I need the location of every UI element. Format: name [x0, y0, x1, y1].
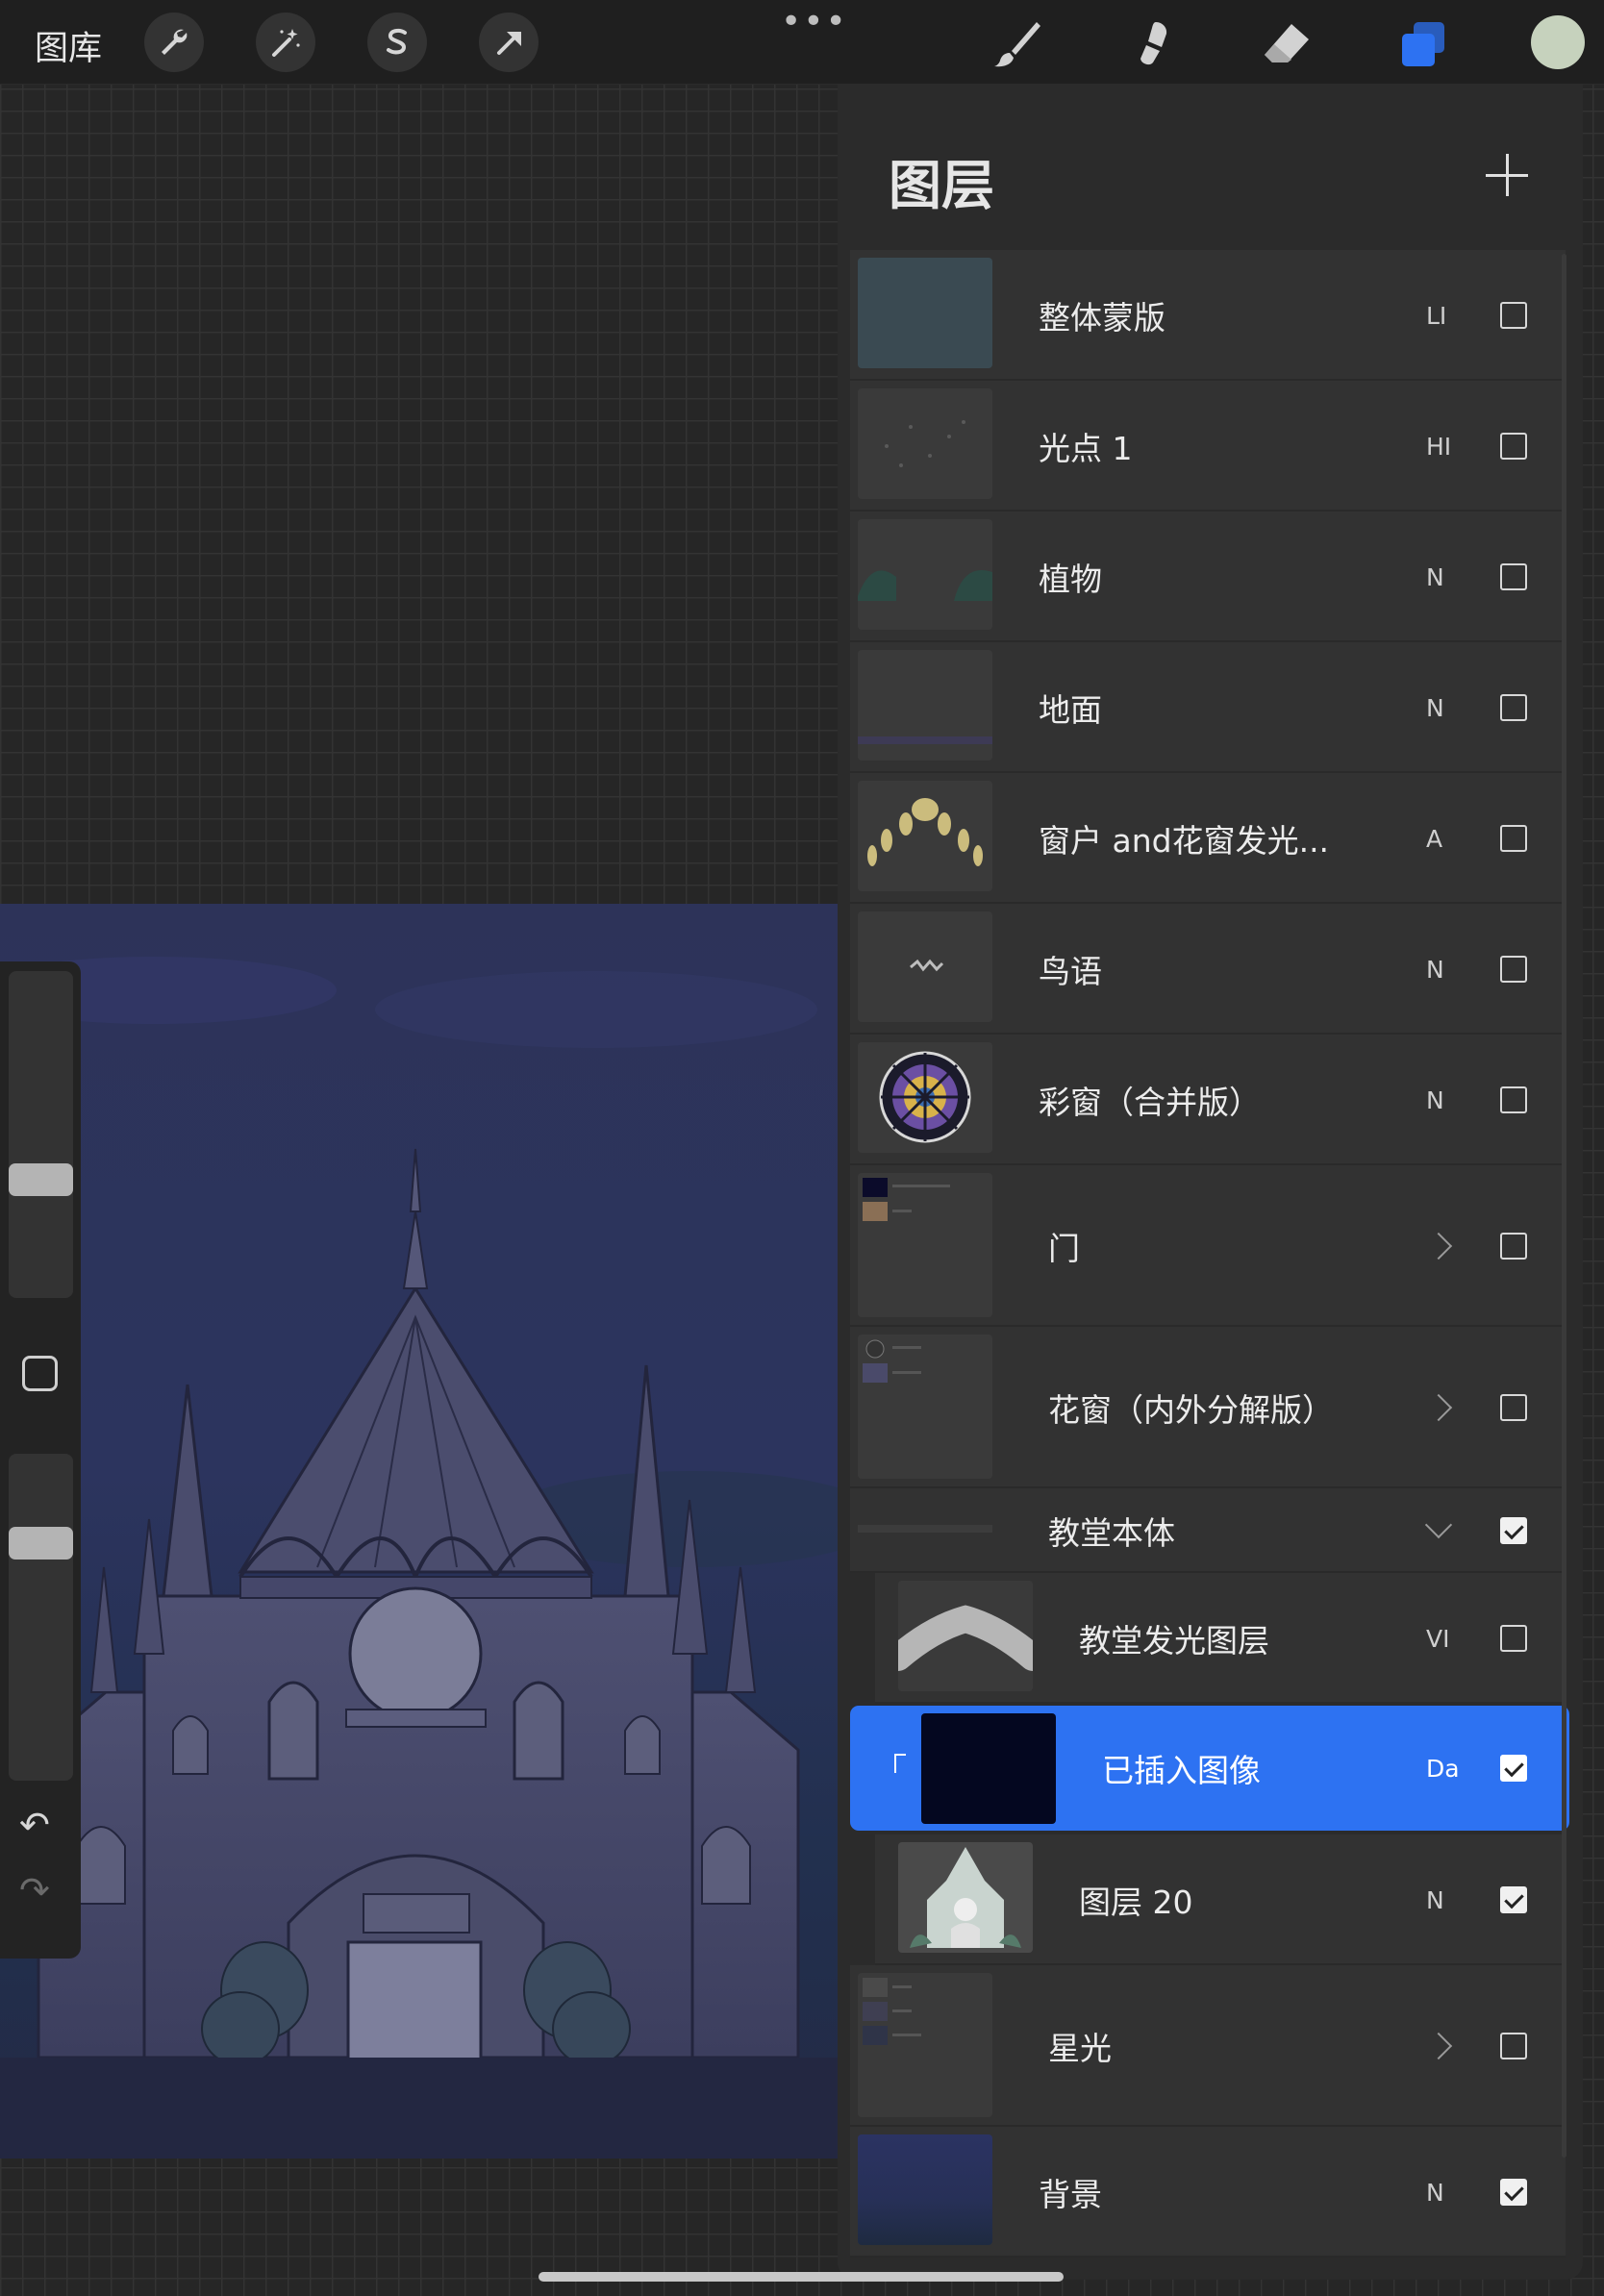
canvas-artwork[interactable] [0, 904, 840, 2159]
layer-name: 已插入图像 [1102, 1752, 1261, 1789]
layer-name: 植物 [1039, 561, 1102, 598]
visibility-checkbox[interactable] [1500, 563, 1527, 590]
blend-mode[interactable]: N [1426, 642, 1444, 773]
blend-mode[interactable]: Da [1426, 1706, 1460, 1831]
visibility-checkbox[interactable] [1500, 2033, 1527, 2059]
visibility-checkbox[interactable] [1500, 956, 1527, 983]
group-row[interactable] [850, 1965, 1566, 2127]
group-row[interactable] [850, 1165, 1566, 1327]
layers-scrollbar[interactable] [1562, 254, 1566, 2158]
eraser-icon[interactable] [1256, 13, 1317, 73]
visibility-checkbox[interactable] [1500, 1394, 1527, 1421]
visibility-checkbox[interactable] [1500, 1755, 1527, 1782]
blend-mode[interactable]: N [1426, 1834, 1444, 1965]
brush-size-slider[interactable] [9, 971, 73, 1298]
layer-name: 鸟语 [1039, 953, 1102, 990]
layer-name: 窗户 and花窗发光... [1039, 822, 1330, 860]
layer-thumbnail [898, 1842, 1033, 1953]
visibility-checkbox[interactable] [1500, 302, 1527, 329]
layer-name: 整体蒙版 [1039, 299, 1165, 337]
layer-name: 背景 [1039, 2176, 1102, 2213]
panel-title: 图层 [889, 155, 995, 216]
brush-icon[interactable] [987, 13, 1048, 73]
layer-name: 图层 20 [1079, 1884, 1193, 1921]
visibility-checkbox[interactable] [1500, 433, 1527, 460]
layer-thumbnail [921, 1713, 1056, 1824]
layer-row[interactable] [875, 1834, 1566, 1965]
magic-wand-icon[interactable] [256, 12, 315, 72]
plus-icon[interactable] [1486, 154, 1528, 196]
wrench-icon[interactable] [144, 12, 204, 72]
color-picker-swatch[interactable] [1531, 15, 1585, 69]
blend-mode[interactable]: N [1426, 2127, 1444, 2258]
redo-icon[interactable]: ↷ [19, 1869, 50, 1911]
layer-thumbnail [858, 2134, 992, 2245]
layer-row[interactable] [850, 381, 1566, 512]
selection-s-icon[interactable] [367, 12, 427, 72]
group-thumbnail [858, 1173, 992, 1317]
layer-thumbnail [858, 911, 992, 1022]
visibility-checkbox[interactable] [1500, 1625, 1527, 1652]
smudge-icon[interactable] [1123, 13, 1185, 73]
layer-row[interactable] [850, 642, 1566, 773]
visibility-checkbox[interactable] [1500, 1086, 1527, 1113]
layer-row[interactable] [850, 512, 1566, 642]
gallery-button[interactable]: 图库 [35, 21, 102, 70]
group-thumbnail [858, 1525, 992, 1533]
group-name: 教堂本体 [1048, 1514, 1175, 1552]
layer-name: 教堂发光图层 [1079, 1622, 1269, 1660]
group-name: 花窗（内外分解版） [1048, 1391, 1334, 1429]
layer-thumbnail [858, 258, 992, 368]
undo-icon[interactable]: ↶ [19, 1804, 50, 1846]
home-indicator[interactable] [539, 2272, 1064, 2282]
layer-name: 彩窗（合并版） [1039, 1084, 1261, 1121]
group-thumbnail [858, 1973, 992, 2117]
left-sidebar: ↶ ↷ [0, 961, 81, 1959]
group-thumbnail [858, 1335, 992, 1479]
visibility-checkbox[interactable] [1500, 1233, 1527, 1260]
blend-mode[interactable]: N [1426, 904, 1444, 1035]
more-options-icon[interactable]: ••• [781, 2, 848, 41]
blend-mode[interactable]: VI [1426, 1573, 1449, 1704]
visibility-checkbox[interactable] [1500, 825, 1527, 852]
opacity-slider[interactable] [9, 1454, 73, 1781]
top-toolbar: 图库 ••• [0, 0, 1604, 85]
layers-icon[interactable] [1392, 13, 1454, 73]
brush-size-handle[interactable] [9, 1163, 73, 1196]
transform-arrow-icon[interactable] [479, 12, 539, 72]
group-row[interactable] [850, 1488, 1566, 1573]
layer-thumbnail [898, 1581, 1033, 1691]
eyedropper-square-button[interactable] [22, 1356, 58, 1391]
visibility-checkbox[interactable] [1500, 1886, 1527, 1913]
layer-row[interactable] [850, 250, 1566, 381]
layer-row[interactable] [850, 904, 1566, 1035]
layer-thumbnail [858, 781, 992, 891]
layer-thumbnail [858, 650, 992, 761]
blend-mode[interactable]: LI [1426, 250, 1446, 381]
blend-mode[interactable]: N [1426, 1035, 1444, 1165]
layer-thumbnail [858, 519, 992, 630]
layer-name: 地面 [1039, 691, 1102, 729]
blend-mode[interactable]: N [1426, 512, 1444, 642]
layer-name: 光点 1 [1039, 430, 1133, 467]
blend-mode[interactable]: HI [1426, 381, 1451, 512]
visibility-checkbox[interactable] [1500, 694, 1527, 721]
visibility-checkbox[interactable] [1500, 2179, 1527, 2206]
layer-thumbnail [858, 388, 992, 499]
group-name: 门 [1048, 1230, 1080, 1267]
group-name: 星光 [1048, 2030, 1112, 2067]
layer-row[interactable] [850, 2127, 1566, 2258]
blend-mode[interactable]: A [1426, 773, 1442, 904]
clipping-mask-icon [894, 1754, 906, 1773]
opacity-handle[interactable] [9, 1527, 73, 1560]
layer-thumbnail [858, 1042, 992, 1153]
visibility-checkbox[interactable] [1500, 1517, 1527, 1544]
cathedral-illustration [0, 957, 840, 2159]
